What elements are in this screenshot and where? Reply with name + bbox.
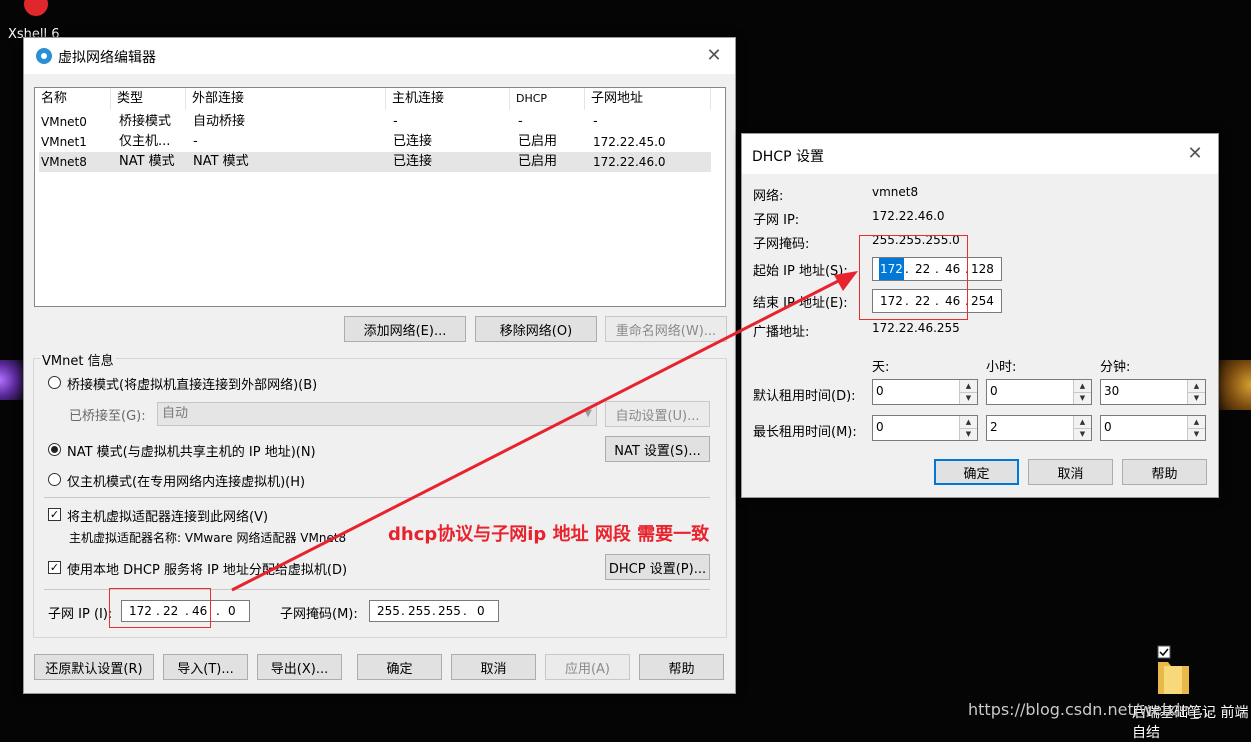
annotation-arrow xyxy=(231,271,858,592)
annotation-text: dhcp协议与子网ip 地址 网段 需要一致 xyxy=(388,524,710,545)
